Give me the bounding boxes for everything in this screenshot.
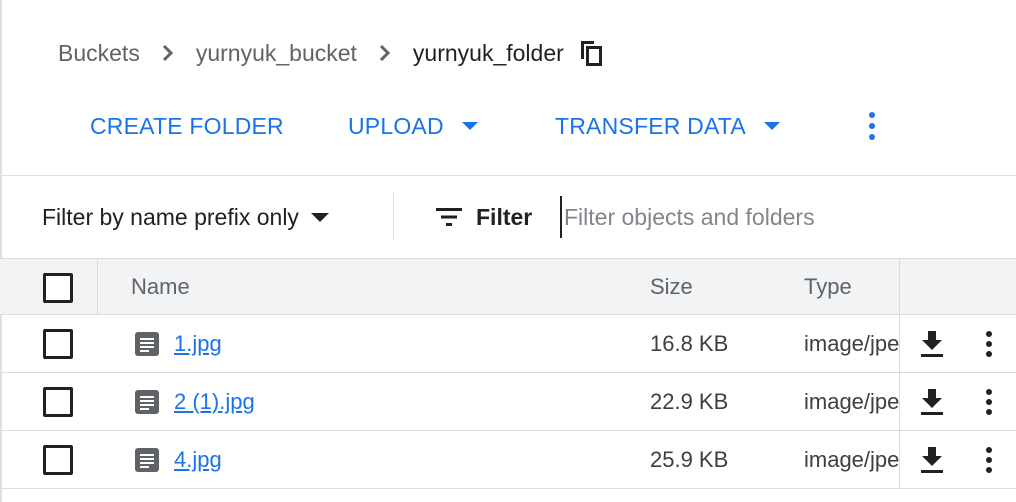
download-icon[interactable]	[918, 445, 946, 475]
file-icon	[135, 331, 159, 356]
chevron-right-icon	[140, 43, 196, 63]
file-icon	[135, 389, 159, 414]
more-vert-icon[interactable]	[978, 385, 1000, 419]
breadcrumb-bucket-link[interactable]: yurnyuk_bucket	[196, 40, 357, 67]
file-icon	[135, 447, 159, 472]
chevron-right-icon	[357, 43, 413, 63]
dropdown-caret-icon	[763, 122, 780, 130]
type-cell: image/jpeg	[804, 330, 900, 356]
table-row: 4.jpg 25.9 KB image/jpeg	[0, 431, 1016, 489]
column-header-name[interactable]: Name	[131, 259, 190, 315]
filter-list-icon	[436, 208, 462, 226]
download-icon[interactable]	[918, 329, 946, 359]
select-all-checkbox[interactable]	[43, 273, 73, 303]
name-cell: 4.jpg	[134, 431, 222, 488]
create-folder-button[interactable]: CREATE FOLDER	[90, 104, 284, 148]
download-icon[interactable]	[918, 387, 946, 417]
table-row: 2 (1).jpg 22.9 KB image/jpeg	[0, 373, 1016, 431]
filter-prefix-label: Filter by name prefix only	[42, 203, 299, 230]
column-header-type[interactable]: Type	[804, 259, 852, 315]
column-separator	[899, 373, 900, 430]
filter-button[interactable]: Filter	[436, 196, 532, 238]
filter-label: Filter	[476, 203, 533, 230]
column-separator	[899, 431, 900, 488]
type-cell: image/jpeg	[804, 388, 900, 414]
divider	[393, 192, 394, 240]
column-separator	[899, 315, 900, 372]
more-vert-icon[interactable]	[978, 327, 1000, 361]
filter-input[interactable]	[560, 196, 1000, 238]
breadcrumb-buckets-link[interactable]: Buckets	[58, 40, 140, 67]
type-cell: image/jpeg	[804, 446, 900, 472]
size-cell: 16.8 KB	[650, 330, 729, 356]
breadcrumb-current-folder: yurnyuk_folder	[412, 39, 564, 66]
transfer-data-label: TRANSFER DATA	[555, 112, 746, 139]
filter-prefix-select[interactable]: Filter by name prefix only	[42, 196, 329, 238]
transfer-data-button[interactable]: TRANSFER DATA	[555, 104, 780, 148]
file-name-link[interactable]: 2 (1).jpg	[174, 389, 255, 415]
more-vert-icon[interactable]	[978, 443, 1000, 477]
file-name-link[interactable]: 4.jpg	[174, 447, 222, 473]
size-cell: 25.9 KB	[650, 446, 729, 472]
breadcrumb: Buckets yurnyuk_bucket yurnyuk_folder	[58, 34, 604, 72]
row-checkbox[interactable]	[43, 387, 73, 417]
file-name-link[interactable]: 1.jpg	[174, 331, 222, 357]
more-vert-icon[interactable]	[858, 104, 886, 148]
dropdown-caret-icon	[310, 212, 329, 222]
table-row: 1.jpg 16.8 KB image/jpeg	[0, 315, 1016, 373]
name-cell: 2 (1).jpg	[134, 373, 255, 430]
column-separator	[97, 259, 98, 315]
row-checkbox[interactable]	[43, 445, 73, 475]
column-separator	[899, 259, 900, 315]
dropdown-caret-icon	[461, 122, 478, 130]
row-checkbox[interactable]	[43, 329, 73, 359]
create-folder-label: CREATE FOLDER	[90, 112, 284, 139]
name-cell: 1.jpg	[134, 315, 222, 372]
upload-label: UPLOAD	[348, 112, 444, 139]
size-cell: 22.9 KB	[650, 388, 729, 414]
table-header: Name Size Type	[0, 258, 1016, 315]
upload-button[interactable]: UPLOAD	[348, 104, 478, 148]
column-header-size[interactable]: Size	[650, 259, 693, 315]
copy-icon[interactable]	[578, 39, 604, 67]
divider	[0, 175, 1016, 176]
